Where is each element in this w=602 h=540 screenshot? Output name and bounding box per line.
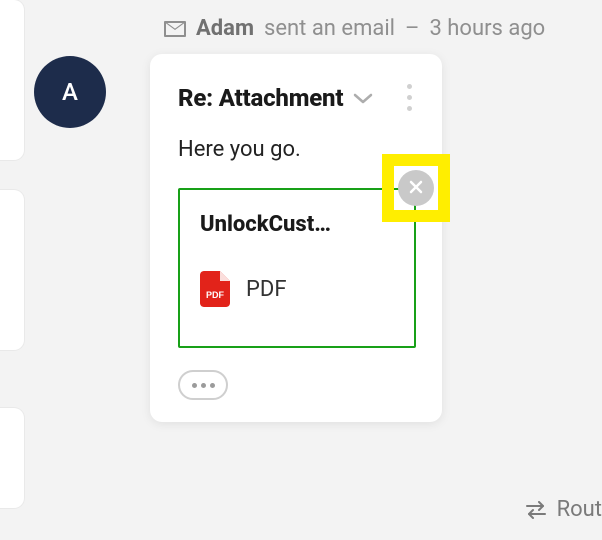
card-header: Re: Attachment [178, 80, 416, 115]
left-card-sliver-1 [0, 0, 24, 160]
remove-attachment-button[interactable] [398, 170, 434, 206]
timeline-time-ago: 3 hours ago [429, 16, 545, 41]
message-subject: Re: Attachment [178, 84, 343, 112]
mail-icon [164, 21, 186, 37]
message-card: Re: Attachment Here you go. UnlockCust… … [150, 54, 442, 422]
attachment-type-row: PDF PDF [200, 271, 394, 307]
route-action[interactable]: Rout [525, 497, 602, 522]
more-actions-button[interactable] [178, 370, 228, 400]
timeline-separator: – [405, 16, 419, 41]
left-card-sliver-3 [0, 408, 24, 508]
avatar[interactable]: A [34, 56, 106, 128]
avatar-initial: A [62, 78, 78, 106]
svg-text:PDF: PDF [206, 290, 225, 300]
subject-toggle[interactable]: Re: Attachment [178, 84, 373, 112]
close-icon [409, 179, 423, 198]
left-card-sliver-2 [0, 190, 24, 350]
message-body: Here you go. [178, 137, 416, 162]
attachment-card[interactable]: UnlockCust… PDF PDF [178, 188, 416, 348]
pdf-file-icon: PDF [200, 271, 230, 307]
route-icon [525, 501, 547, 519]
attachment-type-label: PDF [246, 277, 286, 302]
attachment-filename: UnlockCust… [200, 212, 394, 237]
message-menu-button[interactable] [403, 80, 416, 115]
timeline-header: Adam sent an email – 3 hours ago [164, 16, 545, 41]
route-label: Rout [557, 497, 602, 522]
chevron-down-icon [353, 92, 373, 104]
timeline-action: sent an email [264, 16, 395, 41]
timeline-sender: Adam [196, 16, 254, 41]
